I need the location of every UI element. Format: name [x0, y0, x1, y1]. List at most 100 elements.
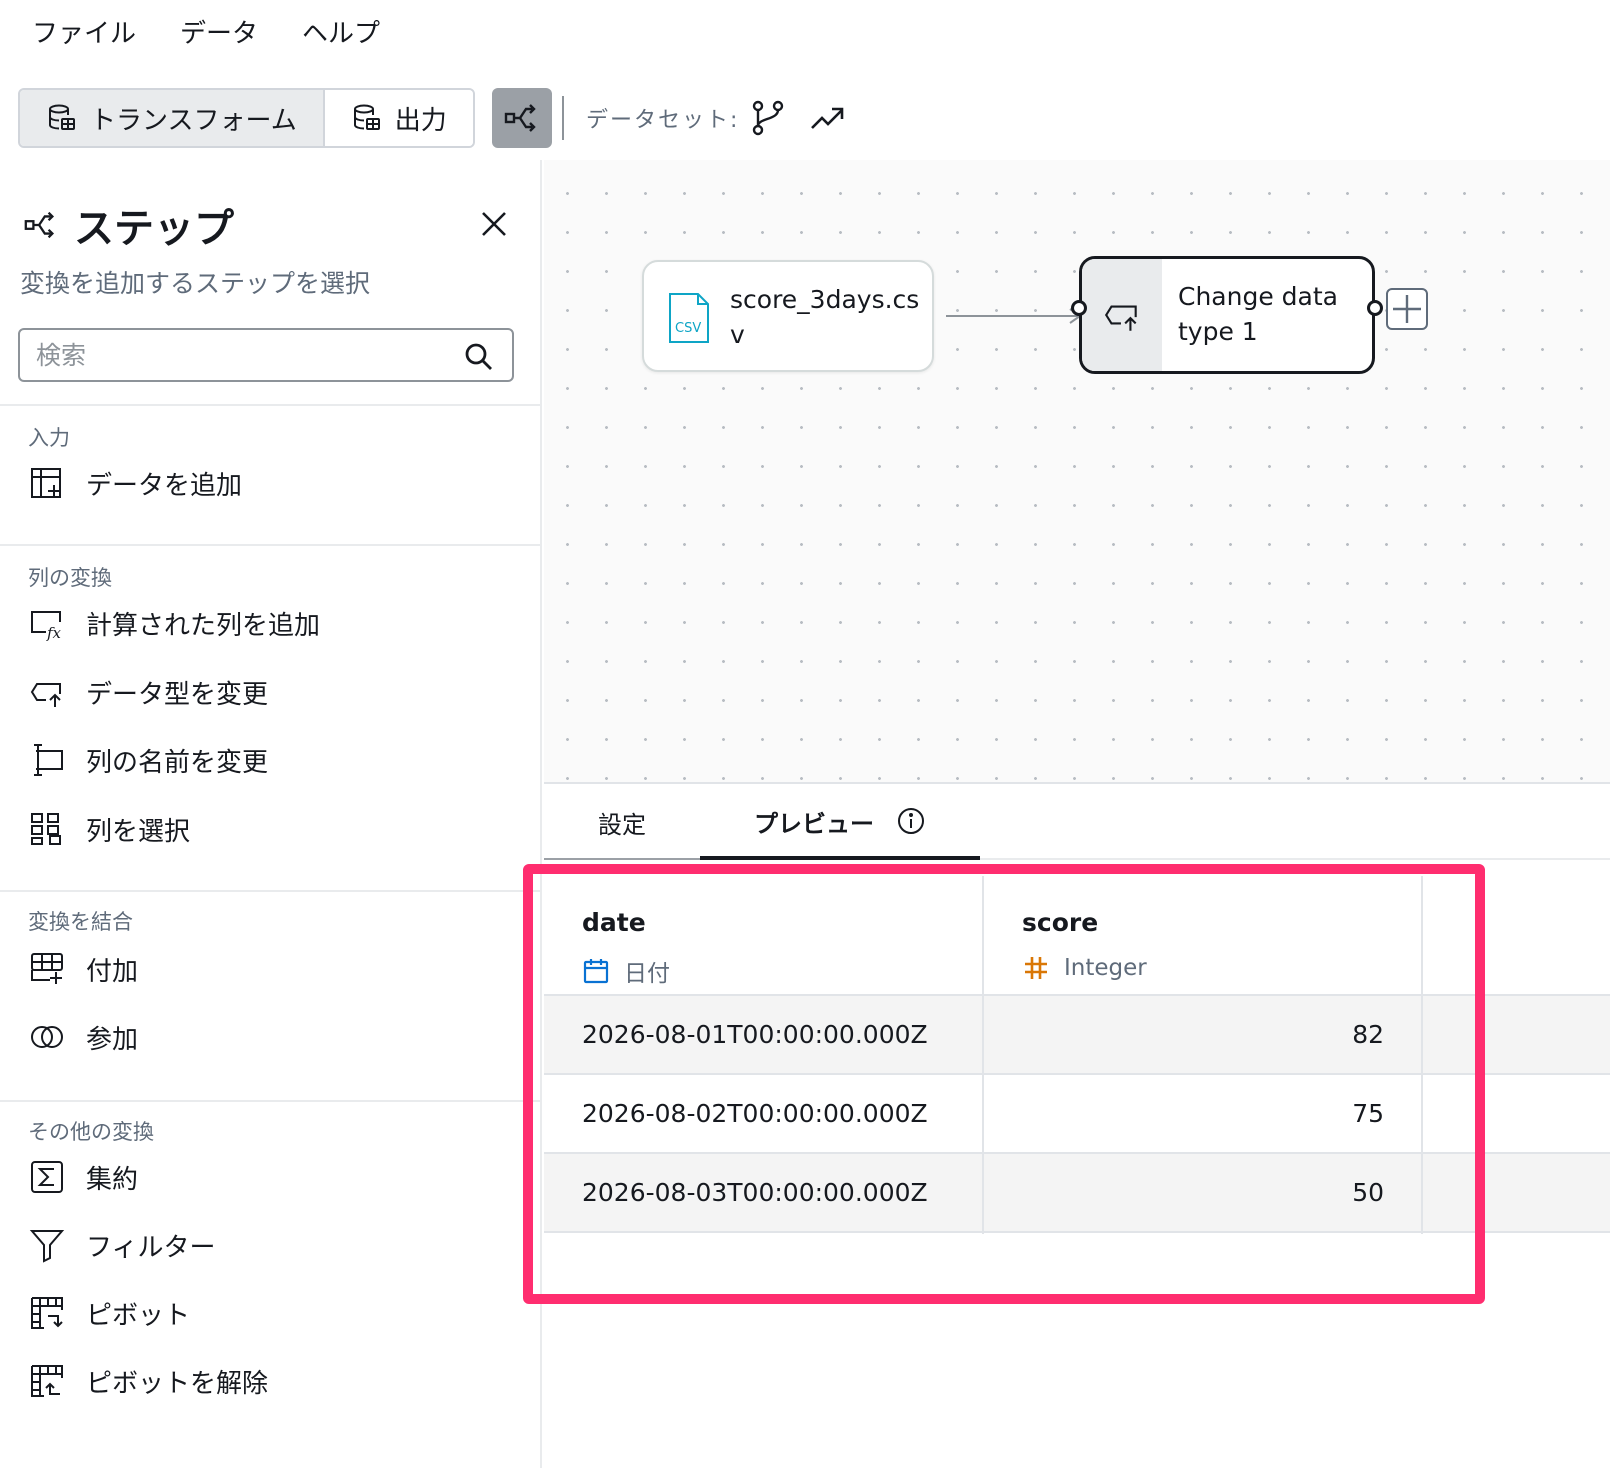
step-label: 集約 — [86, 1164, 139, 1195]
select-columns-icon — [31, 813, 61, 845]
step-filter[interactable]: フィルター — [28, 1226, 215, 1264]
column-name: date — [582, 908, 646, 937]
section-title: 列の変換 — [28, 566, 112, 590]
cell-score: 50 — [1352, 1178, 1384, 1207]
section-title: その他の変換 — [28, 1120, 154, 1144]
transform-label: トランスフォーム — [90, 105, 297, 136]
menu-file[interactable]: ファイル — [32, 13, 136, 50]
step-label: 計算された列を追加 — [86, 610, 321, 641]
graph-view-button[interactable] — [492, 88, 552, 148]
section-other-transforms: その他の変換 集約 フィルター ピボット ピボットを解除 — [0, 1100, 540, 1468]
column-name: score — [1022, 908, 1099, 937]
tab-settings[interactable]: 設定 — [544, 786, 700, 860]
join-icon — [31, 1026, 63, 1048]
trend-icon[interactable] — [808, 98, 848, 138]
search-icon[interactable] — [464, 342, 494, 372]
column-type: Integer — [1022, 954, 1147, 982]
add-node-button[interactable] — [1386, 288, 1428, 330]
toolbar: トランスフォーム 出力 データセット: — [0, 84, 1610, 150]
menu-bar: ファイル データ ヘルプ — [0, 0, 1610, 62]
search-box — [18, 328, 514, 382]
panel-header: ステップ — [22, 196, 234, 254]
filter-icon — [29, 1230, 65, 1263]
append-icon — [31, 953, 63, 984]
menu-help[interactable]: ヘルプ — [302, 13, 380, 50]
step-label: ピボット — [86, 1300, 191, 1331]
plus-icon — [1393, 295, 1421, 323]
table-row[interactable]: 2026-08-03T00:00:00.000Z 50 — [544, 1154, 1610, 1233]
search-input[interactable] — [36, 340, 436, 370]
step-label: 参加 — [86, 1024, 139, 1055]
calculated-column-icon: fx — [31, 611, 62, 642]
section-title: 変換を結合 — [28, 910, 133, 934]
section-combine-transforms: 変換を結合 付加 参加 — [0, 890, 540, 1100]
csv-file-icon: CSV — [669, 293, 709, 343]
svg-text:CSV: CSV — [675, 321, 701, 336]
table-row[interactable]: 2026-08-01T00:00:00.000Z 82 — [544, 996, 1610, 1075]
tab-settings-label: 設定 — [598, 810, 646, 839]
steps-panel: ステップ 変換を追加するステップを選択 入力 データを追加 列の変換 fx 計算… — [0, 160, 542, 1468]
unpivot-icon — [31, 1365, 63, 1397]
source-node[interactable]: CSV score_3days.csv — [642, 260, 934, 372]
calendar-icon — [583, 959, 609, 984]
column-header-date[interactable]: date 日付 — [544, 876, 982, 996]
change-type-icon — [30, 683, 61, 707]
panel-subtitle: 変換を追加するステップを選択 — [20, 269, 371, 298]
section-title: 入力 — [28, 426, 70, 450]
column-separator — [1421, 876, 1423, 1234]
column-separator — [982, 876, 984, 1234]
aggregate-icon — [31, 1161, 63, 1193]
output-label: 出力 — [394, 105, 447, 136]
output-port[interactable] — [1367, 300, 1383, 316]
step-label: ピボットを解除 — [86, 1368, 269, 1399]
info-icon[interactable] — [896, 806, 926, 836]
step-select-columns[interactable]: 列を選択 — [28, 810, 190, 848]
view-toggle: トランスフォーム 出力 — [18, 88, 475, 148]
branch-icon[interactable] — [748, 98, 788, 138]
change-type-icon — [1104, 305, 1137, 331]
transform-node-icon-cell — [1082, 259, 1162, 371]
database-icon — [49, 104, 75, 130]
close-icon[interactable] — [478, 208, 510, 240]
step-label: データを追加 — [86, 470, 243, 501]
step-append[interactable]: 付加 — [28, 950, 138, 988]
cell-date: 2026-08-01T00:00:00.000Z — [582, 1020, 928, 1049]
graph-icon — [504, 104, 536, 132]
step-rename-column[interactable]: 列の名前を変更 — [28, 741, 268, 779]
step-aggregate[interactable]: 集約 — [28, 1158, 138, 1196]
column-type-label: Integer — [1064, 955, 1147, 981]
cell-date: 2026-08-03T00:00:00.000Z — [582, 1178, 928, 1207]
cell-score: 75 — [1352, 1099, 1384, 1128]
column-type: 日付 — [582, 954, 670, 988]
table-row[interactable]: 2026-08-02T00:00:00.000Z 75 — [544, 1075, 1610, 1154]
transform-node[interactable]: Change data type 1 — [1079, 256, 1375, 374]
bottom-tabs: 設定 プレビュー — [544, 786, 1610, 860]
flow-canvas[interactable]: CSV score_3days.csv Change data type 1 — [544, 160, 1610, 784]
step-label: 列を選択 — [86, 816, 191, 847]
menu-data[interactable]: データ — [180, 13, 258, 50]
column-header-score[interactable]: score Integer — [984, 876, 1610, 996]
step-pivot[interactable]: ピボット — [28, 1294, 190, 1332]
step-add-data[interactable]: データを追加 — [28, 464, 242, 502]
flow-edge-arrow — [946, 308, 1082, 324]
step-change-type[interactable]: データ型を変更 — [28, 673, 268, 711]
database-icon — [353, 104, 380, 130]
tab-preview[interactable]: プレビュー — [700, 786, 980, 860]
input-port[interactable] — [1071, 300, 1087, 316]
step-label: 列の名前を変更 — [86, 747, 269, 778]
hash-icon — [1025, 957, 1047, 979]
svg-text:fx: fx — [46, 624, 62, 642]
step-join[interactable]: 参加 — [28, 1018, 138, 1056]
dataset-label: データセット: — [586, 108, 740, 133]
section-column-transforms: 列の変換 fx 計算された列を追加 データ型を変更 列の名前を変更 列を選択 — [0, 544, 540, 890]
step-unpivot[interactable]: ピボットを解除 — [28, 1362, 268, 1400]
step-calculated-column[interactable]: fx 計算された列を追加 — [28, 604, 320, 642]
tab-preview-label: プレビュー — [754, 809, 874, 838]
transform-button[interactable]: トランスフォーム — [20, 90, 323, 146]
section-input: 入力 データを追加 — [0, 404, 540, 544]
pivot-icon — [31, 1297, 63, 1329]
output-button[interactable]: 出力 — [322, 90, 473, 146]
graph-icon — [24, 211, 55, 239]
step-label: 付加 — [86, 956, 139, 987]
step-label: フィルター — [86, 1232, 216, 1263]
